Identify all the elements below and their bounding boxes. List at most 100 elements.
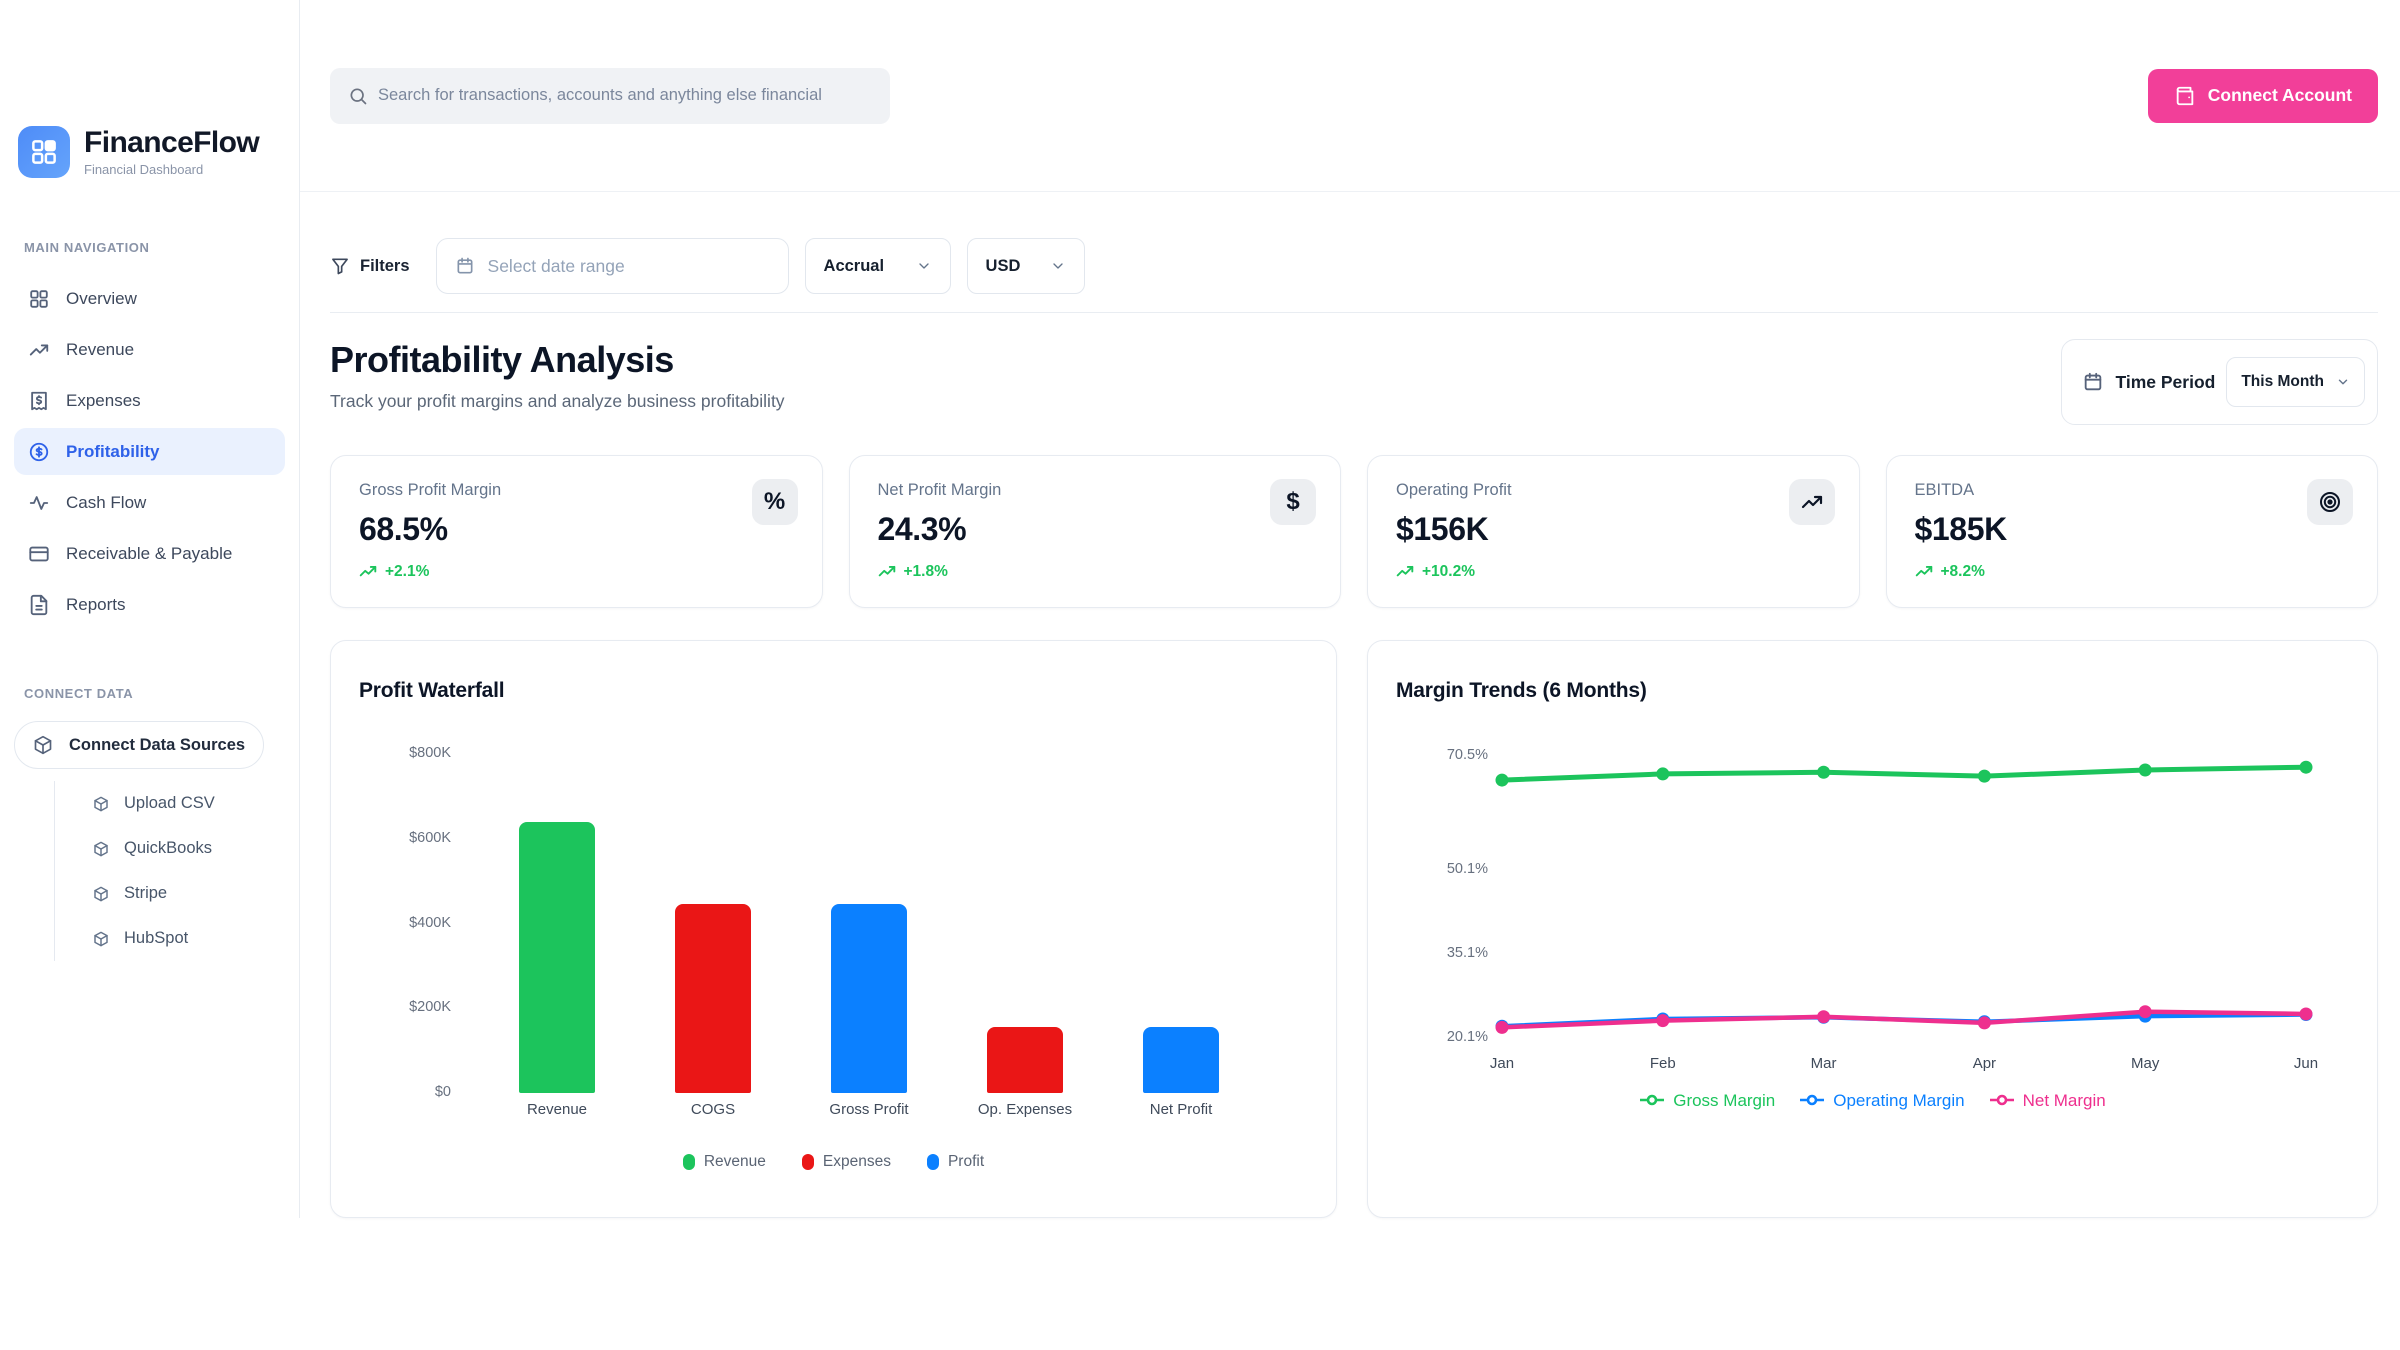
kpi-delta: +8.2% xyxy=(1915,563,2350,581)
dollar-glyph: $ xyxy=(1286,488,1299,516)
kpi-value: 68.5% xyxy=(359,511,794,548)
chevron-down-icon xyxy=(2336,375,2350,389)
brand-tagline: Financial Dashboard xyxy=(84,162,259,177)
app-window: FinanceFlow Financial Dashboard MAIN NAV… xyxy=(0,0,2400,1218)
filters-toggle[interactable]: Filters xyxy=(330,256,410,276)
connect-account-label: Connect Account xyxy=(2208,85,2352,106)
cube-icon xyxy=(93,841,109,857)
kpi-delta: +10.2% xyxy=(1396,563,1831,581)
x-axis-label: Jun xyxy=(2266,1055,2346,1072)
point-net-margin xyxy=(2139,1005,2152,1018)
currency-select[interactable]: USD xyxy=(967,238,1085,294)
bar-revenue[interactable] xyxy=(519,822,595,1093)
kpi-card-operating-profit: Operating Profit $156K +10.2% xyxy=(1367,455,1860,608)
point-net-margin xyxy=(1978,1016,1991,1029)
legend-label: Profit xyxy=(948,1153,984,1171)
kpi-delta-value: +2.1% xyxy=(385,563,429,581)
sidebar-item-revenue[interactable]: Revenue xyxy=(14,326,285,373)
kpi-row: Gross Profit Margin 68.5% +2.1% % Net Pr… xyxy=(330,455,2378,608)
x-axis-label: COGS xyxy=(635,1101,791,1118)
waterfall-plot: $0$200K$400K$600K$800KRevenueCOGSGross P… xyxy=(359,707,1308,1137)
bar-op-expenses[interactable] xyxy=(987,1027,1063,1093)
bar-net-profit[interactable] xyxy=(1143,1027,1219,1093)
calendar-icon xyxy=(2082,371,2104,393)
bar-cogs[interactable] xyxy=(675,904,751,1093)
y-axis-tick: $0 xyxy=(359,1084,451,1100)
kpi-card-gross-profit-margin: Gross Profit Margin 68.5% +2.1% % xyxy=(330,455,823,608)
x-axis-label: Revenue xyxy=(479,1101,635,1118)
y-axis-tick: $800K xyxy=(359,745,451,761)
date-range-input[interactable]: Select date range xyxy=(436,238,789,294)
topbar: Connect Account xyxy=(300,0,2400,192)
kpi-value: $185K xyxy=(1915,511,2350,548)
point-net-margin xyxy=(1495,1021,1508,1034)
sidebar-item-overview[interactable]: Overview xyxy=(14,275,285,322)
sidebar-item-receivable-payable[interactable]: Receivable & Payable xyxy=(14,530,285,577)
chart-title: Profit Waterfall xyxy=(359,679,1308,703)
cube-icon xyxy=(93,931,109,947)
y-axis-tick: $400K xyxy=(359,915,451,931)
x-axis-label: Net Profit xyxy=(1103,1101,1259,1118)
accounting-basis-value: Accrual xyxy=(824,257,885,276)
legend-dot xyxy=(927,1154,939,1170)
credit-card-icon xyxy=(28,543,50,565)
sidebar-item-hubspot[interactable]: HubSpot xyxy=(55,916,285,961)
chart-title: Margin Trends (6 Months) xyxy=(1396,679,2349,703)
sidebar-item-upload-csv[interactable]: Upload CSV xyxy=(55,781,285,826)
page-subtitle: Track your profit margins and analyze bu… xyxy=(330,391,785,412)
search-bar[interactable] xyxy=(330,68,890,124)
data-source-label: HubSpot xyxy=(124,929,188,948)
sidebar-item-reports[interactable]: Reports xyxy=(14,581,285,628)
charts-row: Profit Waterfall $0$200K$400K$600K$800KR… xyxy=(330,640,2378,1218)
cube-icon xyxy=(93,796,109,812)
data-source-label: Upload CSV xyxy=(124,794,215,813)
sidebar-item-expenses[interactable]: Expenses xyxy=(14,377,285,424)
x-axis-label: Jan xyxy=(1462,1055,1542,1072)
dollar-circle-icon xyxy=(28,441,50,463)
accounting-basis-select[interactable]: Accrual xyxy=(805,238,951,294)
brand-name: FinanceFlow xyxy=(84,127,259,159)
legend-dot xyxy=(802,1154,814,1170)
waterfall-legend: Revenue Expenses Profit xyxy=(359,1153,1308,1171)
kpi-value: $156K xyxy=(1396,511,1831,548)
activity-icon xyxy=(28,492,50,514)
brand-logo: FinanceFlow Financial Dashboard xyxy=(14,126,285,178)
sidebar-item-stripe[interactable]: Stripe xyxy=(55,871,285,916)
filters-row: Filters Select date range Accrual USD xyxy=(330,238,2378,313)
sidebar-item-label: Revenue xyxy=(66,340,134,360)
search-input[interactable] xyxy=(378,86,890,105)
sidebar-item-quickbooks[interactable]: QuickBooks xyxy=(55,826,285,871)
trending-up-icon xyxy=(1789,479,1835,525)
trending-up-icon xyxy=(1396,563,1414,581)
trending-up-icon xyxy=(28,339,50,361)
sidebar-item-cash-flow[interactable]: Cash Flow xyxy=(14,479,285,526)
chevron-down-icon xyxy=(916,258,932,274)
connect-data-sources-button[interactable]: Connect Data Sources xyxy=(14,721,264,769)
sidebar-item-label: Cash Flow xyxy=(66,493,146,513)
legend-item-expenses: Expenses xyxy=(802,1153,891,1171)
kpi-card-net-profit-margin: Net Profit Margin 24.3% +1.8% $ xyxy=(849,455,1342,608)
point-net-margin xyxy=(1817,1010,1830,1023)
time-period-select[interactable]: This Month xyxy=(2226,357,2365,407)
legend-line-marker xyxy=(1639,1091,1665,1111)
sidebar-item-label: Receivable & Payable xyxy=(66,544,232,564)
grid-icon xyxy=(28,288,50,310)
currency-value: USD xyxy=(986,257,1021,276)
margin-trends-lines[interactable] xyxy=(1396,707,2340,1079)
file-icon xyxy=(28,594,50,616)
connect-account-button[interactable]: Connect Account xyxy=(2148,69,2378,123)
dollar-icon: $ xyxy=(1270,479,1316,525)
x-axis-label: Gross Profit xyxy=(791,1101,947,1118)
kpi-delta: +1.8% xyxy=(878,563,1313,581)
data-source-label: QuickBooks xyxy=(124,839,212,858)
legend-label: Expenses xyxy=(823,1153,891,1171)
point-net-margin xyxy=(1656,1014,1669,1027)
search-icon xyxy=(348,86,368,106)
bar-gross-profit[interactable] xyxy=(831,904,907,1093)
x-axis-label: Op. Expenses xyxy=(947,1101,1103,1118)
receipt-icon xyxy=(28,390,50,412)
sidebar-item-profitability[interactable]: Profitability xyxy=(14,428,285,475)
point-gross-margin xyxy=(1817,766,1830,779)
kpi-value: 24.3% xyxy=(878,511,1313,548)
filters-label: Filters xyxy=(360,257,410,276)
